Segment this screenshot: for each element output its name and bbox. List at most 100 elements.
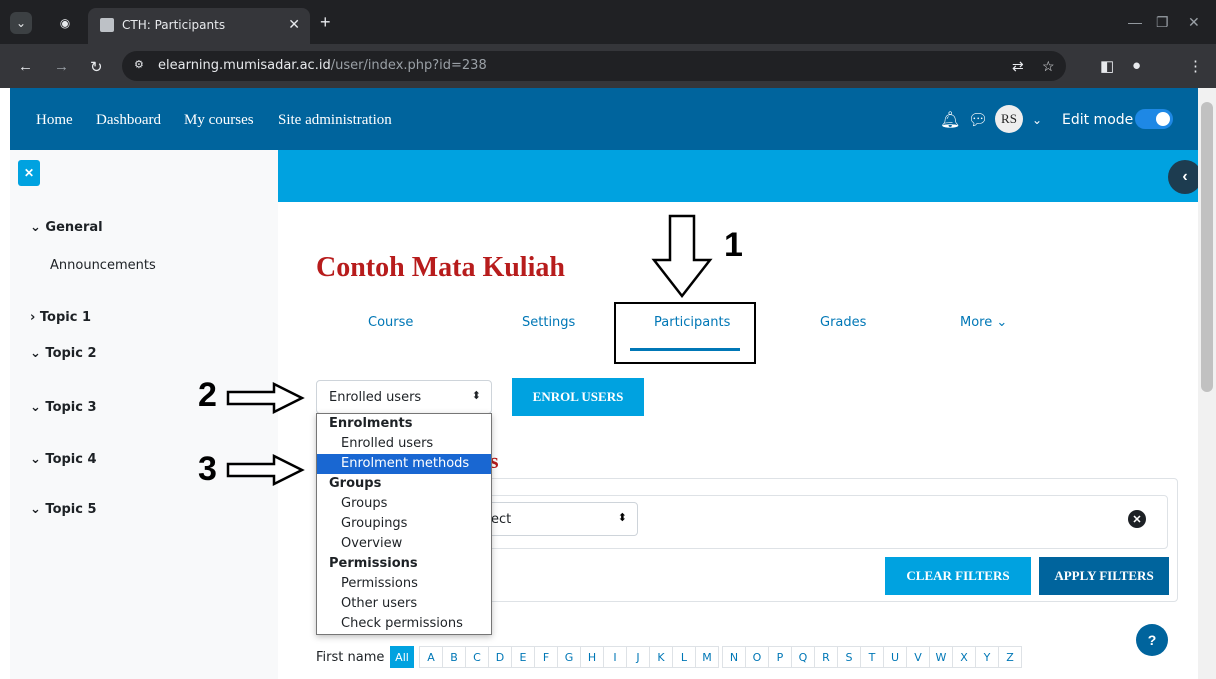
open-block-drawer-icon[interactable]: ‹ [1168, 160, 1202, 194]
tertiary-nav-dropdown: Enrolments Enrolled users Enrolment meth… [316, 413, 492, 635]
dropdown-option-groupings[interactable]: Groupings [317, 514, 491, 534]
drawer-section-topic-4[interactable]: ⌄ Topic 4 [30, 452, 97, 467]
tab-search-icon[interactable]: ⌄ [10, 12, 32, 34]
edit-mode-toggle[interactable] [1135, 109, 1173, 129]
side-panel-icon[interactable]: ◧ [1100, 57, 1114, 75]
initial-letter[interactable]: S [837, 646, 861, 668]
initial-letter[interactable]: W [929, 646, 953, 668]
annotation-number-1: 1 [724, 226, 743, 264]
site-info-icon[interactable]: ⚙ [134, 58, 150, 72]
back-icon[interactable]: ← [18, 58, 33, 75]
menu-icon[interactable]: ⋮ [1188, 57, 1203, 75]
help-button[interactable]: ? [1136, 624, 1168, 656]
initial-letter[interactable]: O [745, 646, 769, 668]
dropdown-option-groups[interactable]: Groups [317, 494, 491, 514]
tab-close-icon[interactable]: ✕ [288, 16, 300, 33]
drawer-section-topic-1[interactable]: › Topic 1 [30, 310, 91, 325]
apply-filters-button[interactable]: APPLY FILTERS [1039, 557, 1169, 595]
drawer-section-general[interactable]: ⌄ General [30, 220, 103, 235]
messages-icon[interactable]: 💬︎ [968, 110, 988, 130]
tab-course[interactable]: Course [368, 315, 413, 330]
extension-icon[interactable]: ● [1132, 57, 1141, 74]
notification-bell-icon[interactable]: 🔔︎ [940, 110, 960, 130]
initial-letter[interactable]: H [580, 646, 604, 668]
initial-letter[interactable]: M [695, 646, 719, 668]
filter-match-value: ect [491, 512, 512, 527]
initial-letter[interactable]: C [465, 646, 489, 668]
drawer-section-topic-5[interactable]: ⌄ Topic 5 [30, 502, 97, 517]
chevron-down-icon: ⌄ [30, 220, 46, 235]
initial-letter[interactable]: B [442, 646, 466, 668]
chevron-down-icon: ⌄ [30, 502, 46, 517]
dropdown-option-enrolled-users[interactable]: Enrolled users [317, 434, 491, 454]
bookmark-star-icon[interactable]: ☆ [1042, 58, 1055, 75]
filter-match-select[interactable]: ect ⬍ [470, 502, 638, 536]
dropdown-group-groups: Groups [329, 476, 382, 491]
browser-toolbar: ← → ↻ ⚙ elearning.mumisadar.ac.id/user/i… [0, 44, 1216, 88]
nav-dashboard[interactable]: Dashboard [96, 112, 161, 129]
tertiary-nav-select[interactable]: Enrolled users ⬍ [316, 380, 492, 414]
initial-letter[interactable]: K [649, 646, 673, 668]
nav-site-administration[interactable]: Site administration [278, 112, 392, 129]
dropdown-option-permissions[interactable]: Permissions [317, 574, 491, 594]
profile-icon[interactable]: ◉ [54, 12, 76, 34]
initial-letter[interactable]: Y [975, 646, 999, 668]
close-drawer-icon[interactable]: ✕ [18, 160, 40, 186]
initial-letter[interactable]: D [488, 646, 512, 668]
annotation-arrow-down-icon [651, 214, 713, 299]
initial-letter[interactable]: F [534, 646, 558, 668]
minimize-icon[interactable]: — [1128, 14, 1142, 30]
tab-grades[interactable]: Grades [820, 315, 866, 330]
initial-letter[interactable]: U [883, 646, 907, 668]
remove-filter-icon[interactable]: ✕ [1128, 510, 1146, 528]
initial-letter[interactable]: V [906, 646, 930, 668]
initials-bar-label: First name [316, 650, 385, 665]
initial-letter[interactable]: P [768, 646, 792, 668]
dropdown-option-other-users[interactable]: Other users [317, 594, 491, 614]
initial-all[interactable]: All [390, 646, 414, 668]
dropdown-group-permissions: Permissions [329, 556, 418, 571]
url-path: /user/index.php?id=238 [330, 58, 487, 73]
drawer-item-announcements[interactable]: Announcements [50, 258, 156, 273]
annotation-number-3: 3 [198, 450, 217, 488]
scrollbar-thumb[interactable] [1201, 102, 1213, 392]
forward-icon[interactable]: → [54, 58, 69, 75]
new-tab-icon[interactable]: + [320, 12, 331, 33]
initial-letter[interactable]: L [672, 646, 696, 668]
initial-letter[interactable]: E [511, 646, 535, 668]
initial-letter[interactable]: I [603, 646, 627, 668]
avatar[interactable]: RS [995, 105, 1023, 133]
dropdown-option-enrolment-methods[interactable]: Enrolment methods [317, 454, 491, 474]
restore-icon[interactable]: ❐ [1156, 14, 1169, 31]
dropdown-option-check-permissions[interactable]: Check permissions [317, 614, 491, 634]
initial-letter[interactable]: R [814, 646, 838, 668]
clear-filters-button[interactable]: CLEAR FILTERS [885, 557, 1031, 595]
drawer-section-topic-3[interactable]: ⌄ Topic 3 [30, 400, 97, 415]
enrol-users-button[interactable]: ENROL USERS [512, 378, 644, 416]
favicon-icon [100, 18, 114, 32]
tab-more[interactable]: More ⌄ [960, 315, 1007, 330]
site-navbar: Home Dashboard My courses Site administr… [10, 88, 1198, 150]
nav-my-courses[interactable]: My courses [184, 112, 254, 129]
initial-letter[interactable]: G [557, 646, 581, 668]
select-caret-icon: ⬍ [471, 390, 481, 402]
tab-settings[interactable]: Settings [522, 315, 575, 330]
reload-icon[interactable]: ↻ [90, 58, 103, 76]
initial-letter[interactable]: J [626, 646, 650, 668]
initial-letter[interactable]: A [419, 646, 443, 668]
initial-letter[interactable]: T [860, 646, 884, 668]
user-menu-chevron-icon[interactable]: ⌄ [1032, 113, 1042, 127]
dropdown-option-overview[interactable]: Overview [317, 534, 491, 554]
chevron-down-icon: ⌄ [996, 315, 1008, 330]
close-window-icon[interactable]: ✕ [1188, 14, 1200, 31]
drawer-section-topic-2[interactable]: ⌄ Topic 2 [30, 346, 97, 361]
initial-letter[interactable]: Q [791, 646, 815, 668]
chevron-down-icon: ⌄ [30, 400, 46, 415]
initial-letter[interactable]: X [952, 646, 976, 668]
initial-letter[interactable]: Z [998, 646, 1022, 668]
translate-icon[interactable]: ⇄ [1012, 58, 1024, 75]
initial-letter[interactable]: N [722, 646, 746, 668]
nav-home[interactable]: Home [36, 112, 73, 129]
browser-tab[interactable]: CTH: Participants ✕ [88, 8, 310, 44]
address-bar[interactable]: ⚙ elearning.mumisadar.ac.id/user/index.p… [122, 51, 1066, 81]
